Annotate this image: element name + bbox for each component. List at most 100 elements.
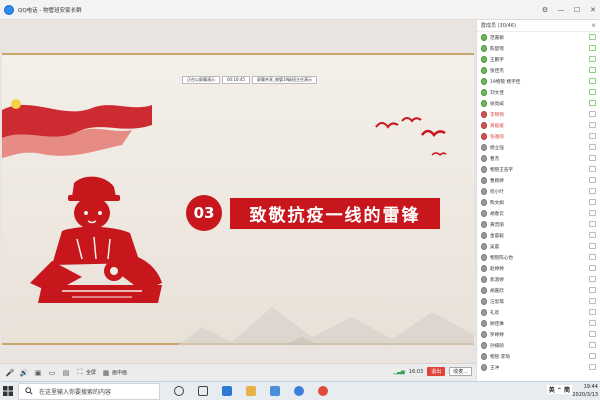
- member-avatar-icon: [481, 276, 487, 283]
- member-item[interactable]: 物管陈心怡: [477, 252, 600, 263]
- member-avatar-icon: [481, 254, 487, 261]
- more-button[interactable]: 收麦...: [449, 367, 472, 376]
- member-camera-icon: [589, 298, 596, 304]
- maximize-icon[interactable]: ☐: [572, 6, 582, 14]
- member-item[interactable]: 张佳杰: [477, 65, 600, 76]
- member-name: 范嘉颖: [490, 35, 504, 41]
- member-name: 焦淑婷: [490, 277, 504, 283]
- member-camera-icon: [589, 155, 596, 161]
- member-item[interactable]: 何小叶: [477, 186, 600, 197]
- microphone-icon[interactable]: 🎤: [6, 369, 15, 377]
- member-item[interactable]: 胡嘉欣: [477, 285, 600, 296]
- edge-icon[interactable]: [222, 386, 232, 396]
- speaker-icon[interactable]: 🔊: [20, 369, 29, 377]
- member-item[interactable]: 刘文佳: [477, 87, 600, 98]
- store-icon[interactable]: [270, 386, 280, 396]
- member-item[interactable]: 顾佳琳: [477, 318, 600, 329]
- whiteboard-icon[interactable]: ▤: [62, 369, 70, 377]
- taskbar-search-box[interactable]: 在这里输入你要搜索的内容: [18, 382, 160, 400]
- member-item[interactable]: 张雅丽: [477, 131, 600, 142]
- member-avatar-icon: [481, 232, 487, 239]
- member-name: 物管 李琦: [490, 354, 510, 360]
- member-list: 范嘉颖陈楚瑶 王鹏宇 张佳杰 19物管 杨宇佳刘文佳徐亮威李锦锦黄媛媛 张雅丽 杨立强曹杰…: [477, 32, 600, 373]
- member-item[interactable]: 范嘉颖: [477, 32, 600, 43]
- member-item[interactable]: 物管 李琦: [477, 351, 600, 362]
- qq-app-icon: [4, 4, 14, 15]
- system-clock[interactable]: 19:44 2020/3/13: [572, 383, 598, 399]
- camera-icon[interactable]: ▣: [34, 369, 42, 377]
- input-method-indicator[interactable]: 英 ⌃ 简: [546, 385, 572, 394]
- member-item[interactable]: 焦淑婷: [477, 274, 600, 285]
- member-avatar-icon: [481, 144, 487, 151]
- member-item[interactable]: 曹杰: [477, 153, 600, 164]
- member-item[interactable]: 礼欢: [477, 307, 600, 318]
- picture-in-picture-button[interactable]: 画中画: [112, 369, 127, 376]
- member-item[interactable]: 黄晋丽: [477, 219, 600, 230]
- fullscreen-icon[interactable]: ⛶: [76, 368, 84, 377]
- member-avatar-icon: [481, 177, 487, 184]
- member-item[interactable]: 王冲: [477, 362, 600, 373]
- member-camera-icon: [589, 232, 596, 238]
- member-name: 汪思琪: [490, 299, 504, 305]
- member-item[interactable]: 物管王浩宇: [477, 164, 600, 175]
- screen-share-icon[interactable]: ▭: [48, 369, 56, 377]
- member-camera-icon: [589, 254, 596, 260]
- cortana-icon[interactable]: [174, 386, 184, 396]
- task-view-icon[interactable]: [198, 386, 208, 396]
- close-icon[interactable]: ✕: [588, 6, 598, 14]
- member-name: 物管陈心怡: [490, 255, 513, 261]
- member-item[interactable]: 李锦锦: [477, 109, 600, 120]
- member-camera-icon: [589, 122, 596, 128]
- member-item[interactable]: 汪思琪: [477, 296, 600, 307]
- member-item[interactable]: 陶文娟: [477, 197, 600, 208]
- member-item[interactable]: 吴晨: [477, 241, 600, 252]
- member-name: 刘文佳: [490, 90, 504, 96]
- call-time: 16:03: [408, 368, 424, 375]
- member-item[interactable]: 黄媛媛: [477, 120, 600, 131]
- member-name: 王冲: [490, 365, 500, 371]
- member-avatar-icon: [481, 342, 487, 349]
- member-settings-icon[interactable]: ⚙: [592, 20, 596, 32]
- clock-time: 19:44: [583, 384, 598, 390]
- minimize-icon[interactable]: —: [556, 6, 566, 14]
- file-explorer-icon[interactable]: [246, 386, 256, 396]
- member-item[interactable]: 徐亮威: [477, 98, 600, 109]
- member-item[interactable]: 陈楚瑶: [477, 43, 600, 54]
- member-name: 金晨毅: [490, 233, 504, 239]
- member-item[interactable]: 19物管 杨宇佳: [477, 76, 600, 87]
- member-name: 曹婉婷: [490, 178, 504, 184]
- member-camera-icon: [589, 45, 596, 51]
- exit-call-button[interactable]: 退出: [427, 367, 446, 376]
- member-name: 物管王浩宇: [490, 167, 513, 173]
- member-camera-icon: [589, 309, 596, 315]
- member-name: 礼欢: [490, 310, 500, 316]
- qq-taskbar-icon[interactable]: [294, 386, 304, 396]
- member-camera-icon: [589, 166, 596, 172]
- app-taskbar-icon[interactable]: [318, 386, 328, 396]
- fullscreen-button[interactable]: 全屏: [86, 369, 96, 376]
- member-item[interactable]: 赵婷婷: [477, 263, 600, 274]
- member-item[interactable]: 金晨毅: [477, 230, 600, 241]
- member-camera-icon: [589, 177, 596, 183]
- member-item[interactable]: 王鹏宇: [477, 54, 600, 65]
- settings-icon[interactable]: ⚙: [540, 6, 550, 14]
- member-item[interactable]: 杨立强: [477, 142, 600, 153]
- picture-in-picture-icon[interactable]: ▦: [102, 369, 110, 377]
- member-avatar-icon: [481, 166, 487, 173]
- member-item[interactable]: 孙楠硕: [477, 340, 600, 351]
- member-item[interactable]: 罗婷婷: [477, 329, 600, 340]
- member-camera-icon: [589, 265, 596, 271]
- member-avatar-icon: [481, 243, 487, 250]
- member-camera-icon: [589, 243, 596, 249]
- member-name: 李锦锦: [490, 112, 504, 118]
- windows-start-button[interactable]: [0, 382, 16, 400]
- member-item[interactable]: 胡春云: [477, 208, 600, 219]
- ink-mountains-background: [178, 307, 474, 345]
- member-avatar-icon: [481, 199, 487, 206]
- member-avatar-icon: [481, 155, 487, 162]
- member-name: 曹杰: [490, 156, 500, 162]
- member-camera-icon: [589, 199, 596, 205]
- member-item[interactable]: 曹婉婷: [477, 175, 600, 186]
- member-avatar-icon: [481, 265, 487, 272]
- section-title-banner: 致敬抗疫一线的雷锋: [230, 198, 440, 229]
